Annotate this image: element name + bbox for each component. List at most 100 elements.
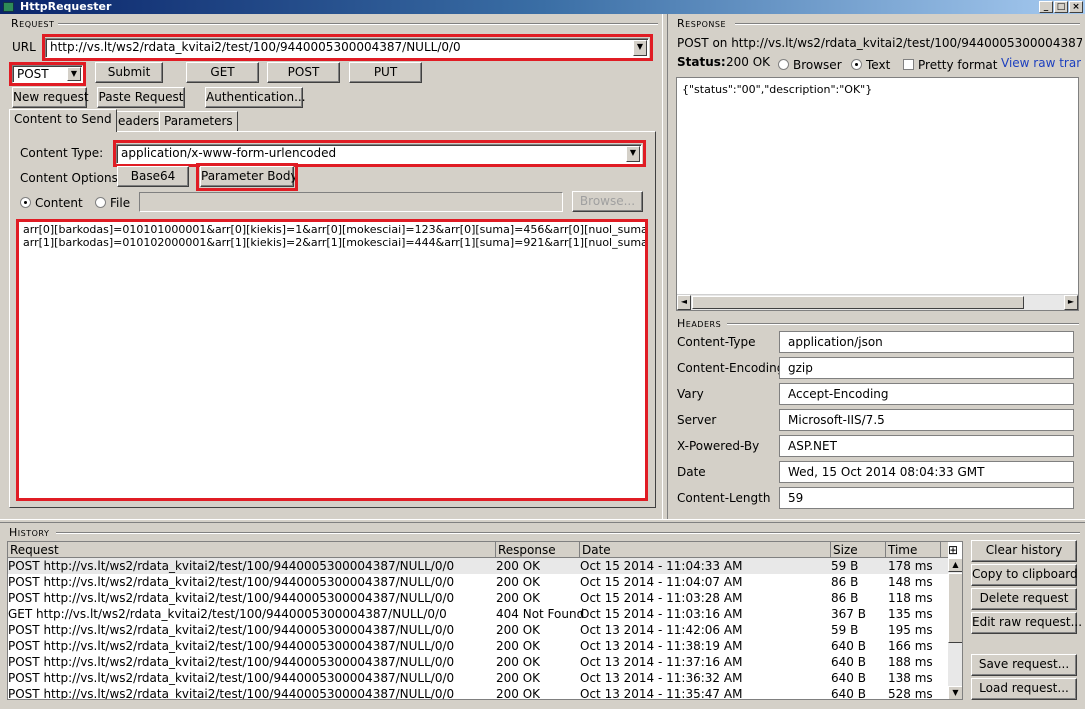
content-type-highlight <box>113 140 646 167</box>
scroll-right-icon[interactable]: ► <box>1064 295 1078 310</box>
history-time: 178 ms <box>888 559 933 573</box>
history-row[interactable]: POST http://vs.lt/ws2/rdata_kvitai2/test… <box>8 558 948 574</box>
method-highlight <box>9 62 86 86</box>
paste-request-button[interactable]: Paste Request <box>97 87 185 108</box>
close-icon[interactable]: × <box>1069 1 1083 13</box>
history-row[interactable]: GET http://vs.lt/ws2/rdata_kvitai2/test/… <box>8 606 948 622</box>
browser-radio[interactable]: Browser <box>778 58 842 72</box>
column-chooser-icon[interactable]: ⊞ <box>941 542 962 558</box>
column-header-response[interactable]: Response <box>496 542 580 558</box>
content-radio[interactable]: Content <box>20 196 83 210</box>
window-title: HttpRequester <box>20 0 112 13</box>
save-request-button[interactable]: Save request... <box>971 654 1077 676</box>
history-size: 86 B <box>831 575 859 589</box>
browse-button[interactable]: Browse... <box>572 191 643 212</box>
history-vscrollbar[interactable]: ▲ ▼ <box>948 558 962 699</box>
scroll-down-icon[interactable]: ▼ <box>948 686 962 699</box>
header-name: X-Powered-By <box>677 439 760 453</box>
file-radio-icon[interactable] <box>95 197 106 208</box>
pretty-format-checkbox[interactable]: Pretty format <box>903 58 997 72</box>
header-value[interactable]: gzip <box>779 357 1074 379</box>
horizontal-splitter[interactable] <box>0 519 1085 523</box>
header-value[interactable]: application/json <box>779 331 1074 353</box>
vertical-splitter[interactable] <box>662 14 668 519</box>
history-response: 200 OK <box>496 559 541 573</box>
history-row[interactable]: POST http://vs.lt/ws2/rdata_kvitai2/test… <box>8 654 948 670</box>
maximize-icon[interactable]: □ <box>1054 1 1068 13</box>
pretty-format-label: Pretty format <box>918 58 998 72</box>
delete-request-button[interactable]: Delete request <box>971 588 1077 610</box>
response-hscrollbar[interactable]: ◄ ► <box>677 294 1078 310</box>
history-time: 148 ms <box>888 575 933 589</box>
file-radio[interactable]: File <box>95 196 130 210</box>
submit-button[interactable]: Submit <box>95 62 163 83</box>
history-divider <box>56 532 1080 534</box>
history-request: GET http://vs.lt/ws2/rdata_kvitai2/test/… <box>8 607 447 621</box>
history-row[interactable]: POST http://vs.lt/ws2/rdata_kvitai2/test… <box>8 574 948 590</box>
file-path-input[interactable] <box>139 192 563 212</box>
text-radio[interactable]: Text <box>851 58 890 72</box>
history-row[interactable]: POST http://vs.lt/ws2/rdata_kvitai2/test… <box>8 670 948 686</box>
pretty-format-check-icon[interactable] <box>903 59 914 70</box>
history-table[interactable]: Request Response Date Size Time ⊞ POST h… <box>7 541 963 700</box>
history-row[interactable]: POST http://vs.lt/ws2/rdata_kvitai2/test… <box>8 686 948 700</box>
header-name: Content-Length <box>677 491 771 505</box>
history-response: 200 OK <box>496 639 541 653</box>
tab-parameters[interactable]: Parameters <box>159 111 238 132</box>
column-header-request[interactable]: Request <box>8 542 496 558</box>
content-radio-label: Content <box>35 196 83 210</box>
history-size: 640 B <box>831 687 866 700</box>
content-options-label: Content Options: <box>20 171 122 185</box>
minimize-icon[interactable]: _ <box>1039 1 1053 13</box>
history-time: 135 ms <box>888 607 933 621</box>
history-request: POST http://vs.lt/ws2/rdata_kvitai2/test… <box>8 671 455 685</box>
authentication-button[interactable]: Authentication... <box>205 87 306 108</box>
scroll-left-icon[interactable]: ◄ <box>677 295 691 310</box>
header-name: Content-Encoding <box>677 361 785 375</box>
history-date: Oct 13 2014 - 11:42:06 AM <box>580 623 743 637</box>
history-response: 200 OK <box>496 591 541 605</box>
history-size: 86 B <box>831 591 859 605</box>
header-value[interactable]: Wed, 15 Oct 2014 08:04:33 GMT <box>779 461 1074 483</box>
text-radio-label: Text <box>866 58 891 72</box>
response-body-view[interactable]: {"status":"00","description":"OK"} ◄ ► <box>676 77 1079 311</box>
scroll-up-icon[interactable]: ▲ <box>948 558 962 572</box>
new-request-button[interactable]: New request <box>12 87 89 108</box>
history-request: POST http://vs.lt/ws2/rdata_kvitai2/test… <box>8 639 455 653</box>
history-time: 528 ms <box>888 687 933 700</box>
headers-divider <box>727 323 1079 325</box>
history-row[interactable]: POST http://vs.lt/ws2/rdata_kvitai2/test… <box>8 590 948 606</box>
post-button[interactable]: POST <box>267 62 340 83</box>
response-body-text: {"status":"00","description":"OK"} <box>682 83 873 96</box>
request-body-highlight <box>16 219 648 501</box>
headers-section-label: Headers <box>677 317 722 330</box>
clear-history-button[interactable]: Clear history <box>971 540 1077 562</box>
header-value[interactable]: Accept-Encoding <box>779 383 1074 405</box>
tab-content-to-send[interactable]: Content to Send <box>9 109 117 132</box>
history-row[interactable]: POST http://vs.lt/ws2/rdata_kvitai2/test… <box>8 622 948 638</box>
column-header-date[interactable]: Date <box>580 542 831 558</box>
history-date: Oct 13 2014 - 11:36:32 AM <box>580 671 743 685</box>
header-value[interactable]: 59 <box>779 487 1074 509</box>
content-radio-icon[interactable] <box>20 197 31 208</box>
get-button[interactable]: GET <box>186 62 259 83</box>
header-value[interactable]: ASP.NET <box>779 435 1074 457</box>
url-label: URL <box>12 40 36 54</box>
column-header-time[interactable]: Time <box>886 542 941 558</box>
browser-radio-icon[interactable] <box>778 59 789 70</box>
response-hscroll-thumb[interactable] <box>692 296 1024 309</box>
base64-button[interactable]: Base64 <box>117 166 189 187</box>
copy-to-clipboard-button[interactable]: Copy to clipboard <box>971 564 1078 586</box>
history-response: 404 Not Found <box>496 607 585 621</box>
put-button[interactable]: PUT <box>349 62 422 83</box>
history-row[interactable]: POST http://vs.lt/ws2/rdata_kvitai2/test… <box>8 638 948 654</box>
history-date: Oct 15 2014 - 11:04:07 AM <box>580 575 743 589</box>
header-value[interactable]: Microsoft-IIS/7.5 <box>779 409 1074 431</box>
load-request-button[interactable]: Load request... <box>971 678 1077 700</box>
history-vscroll-thumb[interactable] <box>948 573 962 643</box>
text-radio-icon[interactable] <box>851 59 862 70</box>
column-header-size[interactable]: Size <box>831 542 886 558</box>
view-raw-link[interactable]: View raw trans <box>1001 56 1081 70</box>
history-request: POST http://vs.lt/ws2/rdata_kvitai2/test… <box>8 655 455 669</box>
edit-raw-request-button[interactable]: Edit raw request... <box>971 612 1082 634</box>
